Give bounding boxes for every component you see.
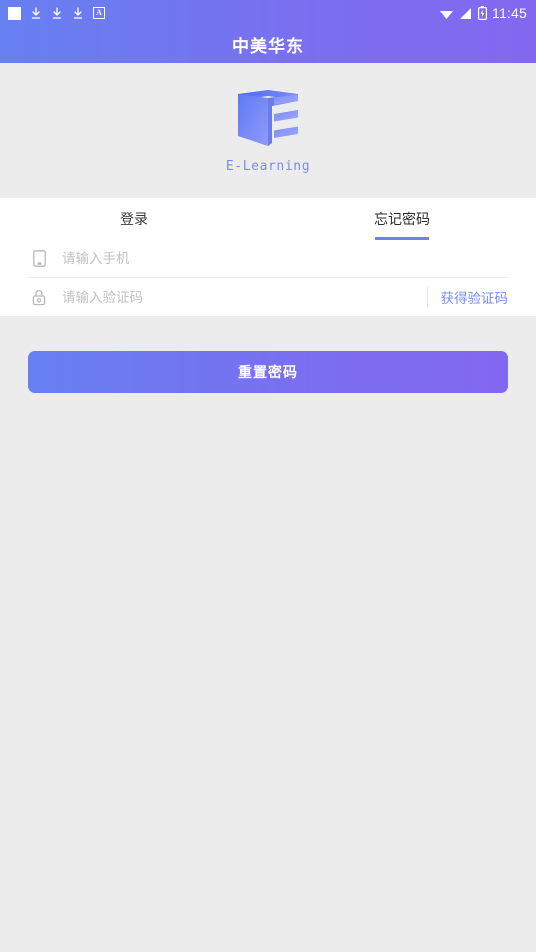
- submit-section: 重置密码: [0, 316, 536, 393]
- page-background: [0, 393, 536, 952]
- auth-tabs: 登录 忘记密码: [0, 198, 536, 240]
- reset-password-form: 获得验证码: [0, 240, 536, 316]
- app-screen: A 11:45 中美华东 E-Learning 登录 忘记密码 请输入手机 请输…: [0, 0, 536, 952]
- mobile-phone-icon: [28, 250, 50, 267]
- e-learning-book-icon: [232, 88, 304, 150]
- wifi-icon: [439, 7, 454, 20]
- page-title: 中美华东: [232, 37, 304, 56]
- phone-field-row: [28, 240, 508, 278]
- download-icon: [51, 6, 63, 20]
- download-icon: [30, 6, 42, 20]
- code-field-row: 获得验证码: [28, 278, 508, 316]
- verification-code-input[interactable]: [50, 289, 427, 305]
- battery-charging-icon: [478, 6, 487, 20]
- tab-forgot-password-label: 忘记密码: [374, 211, 430, 227]
- status-bar: A 11:45: [0, 0, 536, 26]
- logo-caption: E-Learning: [225, 158, 311, 174]
- phone-input[interactable]: [50, 251, 508, 266]
- square-icon: [8, 6, 21, 20]
- tab-login-label: 登录: [120, 211, 148, 227]
- reset-password-button[interactable]: 重置密码: [28, 351, 508, 393]
- signal-icon: [459, 7, 473, 20]
- status-bar-clock: 11:45: [492, 5, 527, 21]
- get-verification-code-button[interactable]: 获得验证码: [428, 287, 509, 307]
- tab-active-indicator: [375, 237, 429, 240]
- logo-section: E-Learning: [0, 63, 536, 198]
- status-bar-right-icons: 11:45: [439, 5, 527, 21]
- status-bar-left-icons: A: [8, 6, 105, 20]
- app-header: 中美华东: [0, 26, 536, 63]
- lock-icon: [28, 289, 50, 306]
- tab-login[interactable]: 登录: [0, 198, 268, 240]
- tab-forgot-password[interactable]: 忘记密码: [268, 198, 536, 240]
- letter-a-icon: A: [93, 7, 105, 19]
- download-icon: [72, 6, 84, 20]
